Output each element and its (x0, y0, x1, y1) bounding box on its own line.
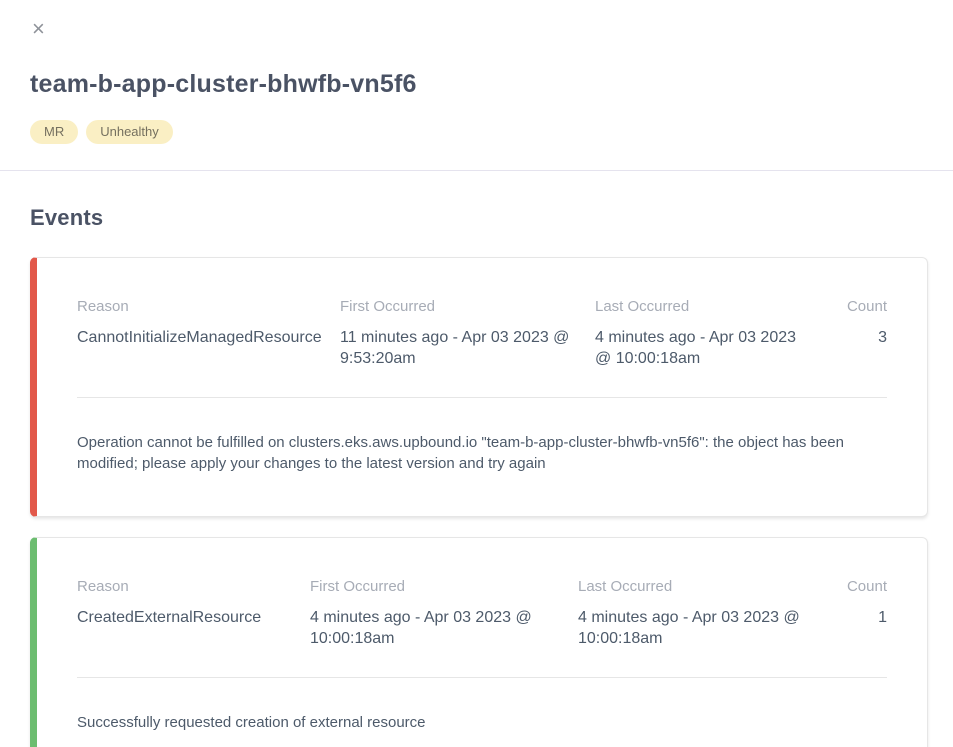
event-count: 3 (827, 327, 887, 369)
column-header-count: Count (827, 298, 887, 315)
column-header-first-occurred: First Occurred (340, 298, 595, 315)
card-divider (77, 397, 887, 398)
close-icon[interactable]: × (30, 14, 47, 44)
event-card-error: Reason First Occurred Last Occurred Coun… (30, 257, 928, 517)
event-table: Reason First Occurred Last Occurred Coun… (77, 578, 887, 649)
event-reason: CannotInitializeManagedResource (77, 327, 340, 369)
column-header-reason: Reason (77, 298, 340, 315)
column-header-last-occurred: Last Occurred (595, 298, 827, 315)
event-message: Successfully requested creation of exter… (77, 712, 887, 747)
event-last-occurred: 4 minutes ago - Apr 03 2023 @ 10:00:18am (578, 607, 827, 649)
event-first-occurred: 11 minutes ago - Apr 03 2023 @ 9:53:20am (340, 327, 595, 369)
event-last-occurred: 4 minutes ago - Apr 03 2023 @ 10:00:18am (595, 327, 827, 369)
column-header-count: Count (827, 578, 887, 595)
event-reason: CreatedExternalResource (77, 607, 310, 649)
event-card-success: Reason First Occurred Last Occurred Coun… (30, 537, 928, 747)
event-first-occurred: 4 minutes ago - Apr 03 2023 @ 10:00:18am (310, 607, 578, 649)
card-divider (77, 677, 887, 678)
event-count: 1 (827, 607, 887, 649)
column-header-reason: Reason (77, 578, 310, 595)
kind-badge: MR (30, 120, 78, 144)
page-title: team-b-app-cluster-bhwfb-vn5f6 (30, 70, 923, 99)
panel-header: × team-b-app-cluster-bhwfb-vn5f6 MR Unhe… (0, 0, 953, 144)
badge-row: MR Unhealthy (30, 120, 923, 144)
column-header-first-occurred: First Occurred (310, 578, 578, 595)
event-message: Operation cannot be fulfilled on cluster… (77, 432, 887, 516)
health-status-badge: Unhealthy (86, 120, 173, 144)
events-section: Events Reason First Occurred Last Occurr… (0, 171, 953, 747)
event-table: Reason First Occurred Last Occurred Coun… (77, 298, 887, 369)
column-header-last-occurred: Last Occurred (578, 578, 827, 595)
events-heading: Events (30, 205, 928, 231)
